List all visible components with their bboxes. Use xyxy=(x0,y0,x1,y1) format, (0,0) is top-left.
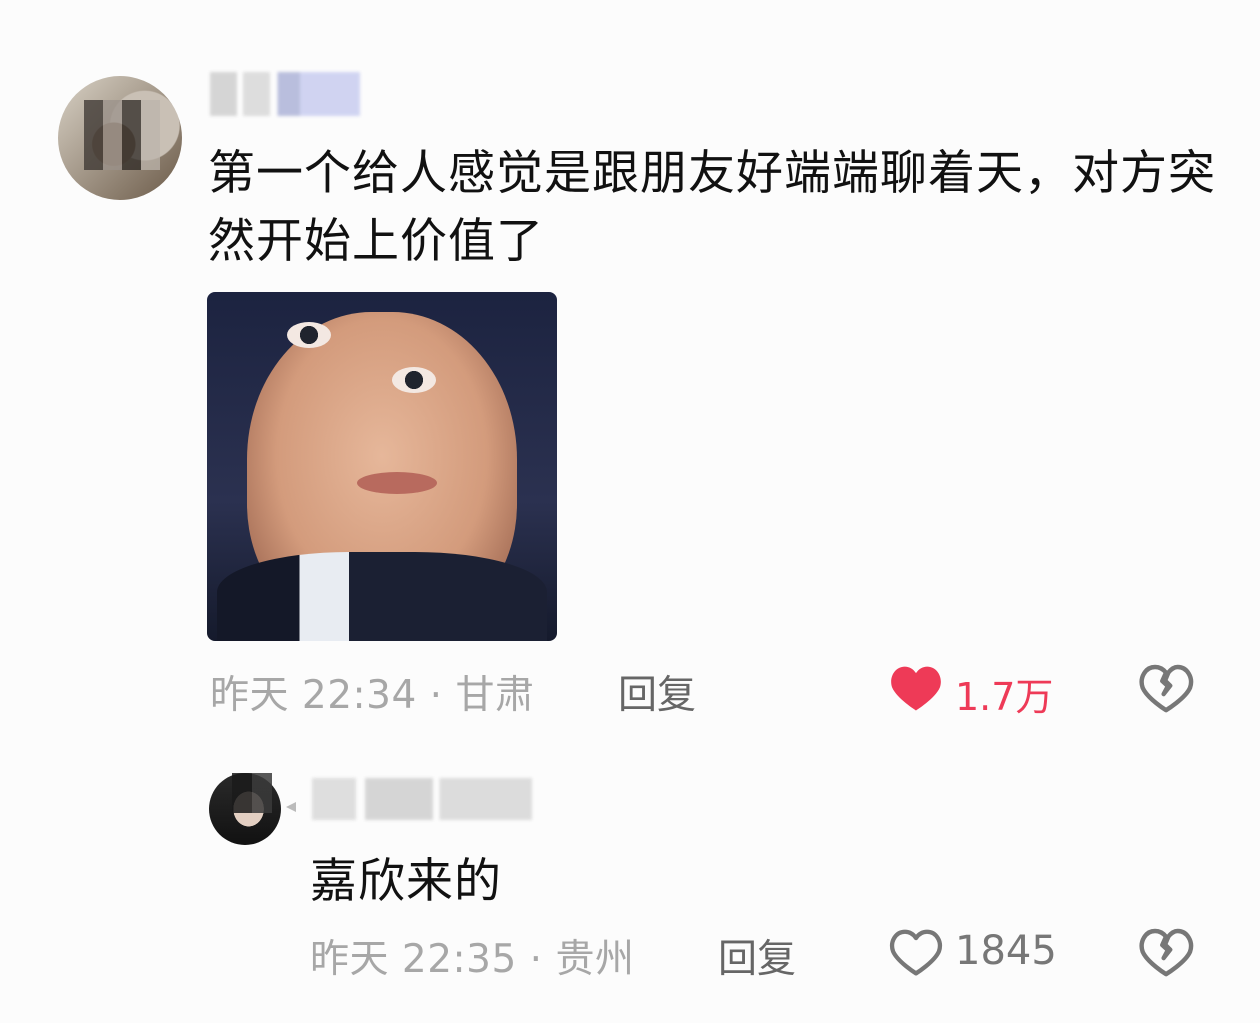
broken-heart-icon[interactable] xyxy=(1136,660,1196,716)
comment-meta: 昨天 22:34 · 甘肃 xyxy=(210,673,535,718)
like-count: 1.7万 xyxy=(955,675,1054,719)
broken-heart-icon[interactable] xyxy=(1136,924,1196,980)
heart-outline-icon[interactable] xyxy=(888,924,944,980)
reply-button[interactable]: 回复 xyxy=(618,664,696,720)
reply-arrow-icon xyxy=(286,802,296,812)
reply-meta: 昨天 22:35 · 贵州 xyxy=(310,937,635,982)
like-count: 1845 xyxy=(955,928,1057,974)
reply-button[interactable]: 回复 xyxy=(718,928,796,984)
reply-username-redacted[interactable] xyxy=(312,778,532,820)
avatar-mosaic xyxy=(232,773,272,813)
comment-text: 第一个给人感觉是跟朋友好端端聊着天，对方突然开始上价值了 xyxy=(208,146,1216,269)
comment-image[interactable] xyxy=(207,292,557,641)
heart-filled-icon[interactable] xyxy=(888,660,944,716)
avatar-mosaic xyxy=(84,100,160,170)
reply-text: 嘉欣来的 xyxy=(310,854,502,909)
username-redacted[interactable] xyxy=(210,72,360,116)
